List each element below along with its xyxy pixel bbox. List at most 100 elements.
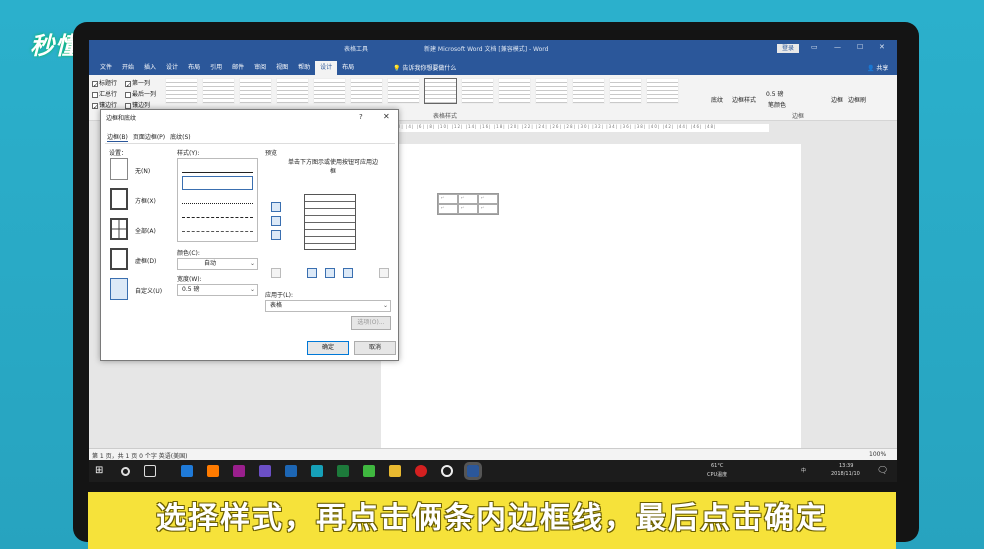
setting-custom-icon[interactable] bbox=[110, 278, 128, 300]
pen-weight-select[interactable]: 0.5 磅 bbox=[766, 89, 783, 98]
table-style-item[interactable] bbox=[572, 78, 605, 104]
apply-to-select[interactable]: 表格 ⌄ bbox=[265, 300, 391, 312]
option-last-column[interactable]: 最后一列 bbox=[125, 89, 156, 98]
horizontal-ruler[interactable]: L |4| |2| |2| |4| |6| |8| |10| |12| |14|… bbox=[369, 124, 769, 132]
width-select[interactable]: 0.5 磅 ⌄ bbox=[177, 284, 258, 296]
table-style-item[interactable] bbox=[350, 78, 383, 104]
ok-button[interactable]: 确定 bbox=[307, 341, 349, 355]
clock-time[interactable]: 13:39 bbox=[839, 463, 853, 469]
table-style-item[interactable] bbox=[535, 78, 568, 104]
shading-button[interactable]: 底纹 bbox=[711, 95, 723, 104]
top-border-button[interactable] bbox=[271, 202, 281, 212]
table-style-item[interactable] bbox=[202, 78, 235, 104]
left-border-button[interactable] bbox=[307, 268, 317, 278]
setting-none-icon[interactable] bbox=[110, 158, 128, 180]
table-style-item[interactable] bbox=[461, 78, 494, 104]
ime-indicator[interactable]: 中 bbox=[801, 467, 806, 474]
maximize-icon[interactable]: ☐ bbox=[857, 43, 863, 51]
excel-icon[interactable] bbox=[337, 465, 349, 477]
option-first-column[interactable]: ✓第一列 bbox=[125, 78, 150, 89]
windows-start-icon[interactable]: ⊞ bbox=[95, 465, 107, 477]
premiere-icon[interactable] bbox=[233, 465, 245, 477]
wechat-icon[interactable] bbox=[363, 465, 375, 477]
ribbon-display-icon[interactable]: ▭ bbox=[811, 43, 818, 51]
minimize-icon[interactable]: — bbox=[834, 43, 841, 51]
tab-layout[interactable]: 布局 bbox=[183, 61, 205, 75]
diagonal-up-border-button[interactable] bbox=[379, 268, 389, 278]
search-icon[interactable] bbox=[121, 467, 130, 476]
option-header-row[interactable]: ✓标题行 bbox=[92, 78, 117, 89]
borders-button[interactable]: 边框 bbox=[831, 95, 843, 104]
tell-me-search[interactable]: 💡 告诉我你想要做什么 bbox=[393, 63, 456, 72]
login-button[interactable]: 登录 bbox=[777, 44, 799, 53]
tab-table-design[interactable]: 设计 bbox=[315, 61, 338, 75]
zoom-level[interactable]: 100% bbox=[869, 451, 886, 458]
tab-shading[interactable]: 底纹(S) bbox=[170, 132, 191, 142]
setting-custom-label[interactable]: 自定义(U) bbox=[135, 286, 162, 295]
setting-none-label[interactable]: 无(N) bbox=[135, 166, 150, 175]
notification-icon[interactable]: 🗨 bbox=[877, 466, 888, 476]
diagonal-down-border-button[interactable] bbox=[271, 268, 281, 278]
illustrator-icon[interactable] bbox=[207, 465, 219, 477]
tab-home[interactable]: 开始 bbox=[117, 61, 139, 75]
line-style-list[interactable] bbox=[177, 158, 258, 242]
setting-all-icon[interactable] bbox=[110, 218, 128, 240]
border-painter-button[interactable]: 边框刷 bbox=[848, 95, 866, 104]
option-banded-rows[interactable]: ✓镶边行 bbox=[92, 100, 117, 111]
share-button[interactable]: 👤 共享 bbox=[867, 63, 888, 72]
setting-all-label[interactable]: 全部(A) bbox=[135, 226, 156, 235]
tab-view[interactable]: 视图 bbox=[271, 61, 293, 75]
tab-review[interactable]: 审阅 bbox=[249, 61, 271, 75]
table-style-item[interactable] bbox=[646, 78, 679, 104]
document-page[interactable] bbox=[381, 144, 801, 448]
setting-box-icon[interactable] bbox=[110, 188, 128, 210]
border-styles-button[interactable]: 边框样式 bbox=[732, 95, 756, 104]
tab-design[interactable]: 设计 bbox=[161, 61, 183, 75]
tab-references[interactable]: 引用 bbox=[205, 61, 227, 75]
cancel-button[interactable]: 取消 bbox=[354, 341, 396, 355]
table-style-item[interactable] bbox=[165, 78, 198, 104]
edge-browser-icon[interactable] bbox=[181, 465, 193, 477]
setting-box-label[interactable]: 方框(X) bbox=[135, 196, 156, 205]
line-style-dashed[interactable] bbox=[182, 207, 253, 218]
capture-icon[interactable] bbox=[441, 465, 453, 477]
tab-insert[interactable]: 插入 bbox=[139, 61, 161, 75]
tab-page-border[interactable]: 页面边框(P) bbox=[133, 132, 165, 142]
tab-table-layout[interactable]: 布局 bbox=[337, 61, 359, 75]
app-icon[interactable] bbox=[311, 465, 323, 477]
option-total-row[interactable]: 汇总行 bbox=[92, 89, 117, 98]
document-table[interactable]: ↵ ↵ ↵ ↵ ↵ ↵ bbox=[437, 193, 499, 215]
after-effects-icon[interactable] bbox=[259, 465, 271, 477]
help-icon[interactable]: ? bbox=[359, 113, 363, 121]
color-select[interactable]: 自动 ⌄ bbox=[177, 258, 258, 270]
tab-mailings[interactable]: 邮件 bbox=[227, 61, 249, 75]
inside-horizontal-border-button[interactable] bbox=[271, 216, 281, 226]
line-style-solid[interactable] bbox=[182, 162, 253, 173]
table-style-item[interactable] bbox=[313, 78, 346, 104]
close-icon[interactable]: ✕ bbox=[879, 43, 885, 51]
tab-file[interactable]: 文件 bbox=[95, 61, 117, 75]
clock-date[interactable]: 2018/11/10 bbox=[831, 471, 860, 477]
bottom-border-button[interactable] bbox=[271, 230, 281, 240]
line-style-dotted[interactable] bbox=[182, 193, 253, 204]
table-style-item[interactable] bbox=[387, 78, 420, 104]
table-style-item-selected[interactable] bbox=[424, 78, 457, 104]
options-button[interactable]: 选项(O)... bbox=[351, 316, 391, 330]
border-preview[interactable] bbox=[304, 194, 356, 250]
table-cell[interactable]: ↵ bbox=[458, 194, 478, 204]
table-cell[interactable]: ↵ bbox=[438, 194, 458, 204]
table-style-item[interactable] bbox=[609, 78, 642, 104]
photoshop-icon[interactable] bbox=[285, 465, 297, 477]
inside-vertical-border-button[interactable] bbox=[325, 268, 335, 278]
table-cell[interactable]: ↵ bbox=[458, 204, 478, 214]
tab-help[interactable]: 帮助 bbox=[293, 61, 315, 75]
recorder-icon[interactable] bbox=[415, 465, 427, 477]
tab-borders[interactable]: 边框(B) bbox=[107, 132, 128, 142]
table-cell[interactable]: ↵ bbox=[438, 204, 458, 214]
setting-grid-label[interactable]: 虚框(D) bbox=[135, 256, 156, 265]
table-style-item[interactable] bbox=[239, 78, 272, 104]
task-view-icon[interactable] bbox=[144, 465, 156, 477]
dialog-close-icon[interactable]: ✕ bbox=[383, 112, 390, 121]
table-style-item[interactable] bbox=[276, 78, 309, 104]
file-explorer-icon[interactable] bbox=[389, 465, 401, 477]
